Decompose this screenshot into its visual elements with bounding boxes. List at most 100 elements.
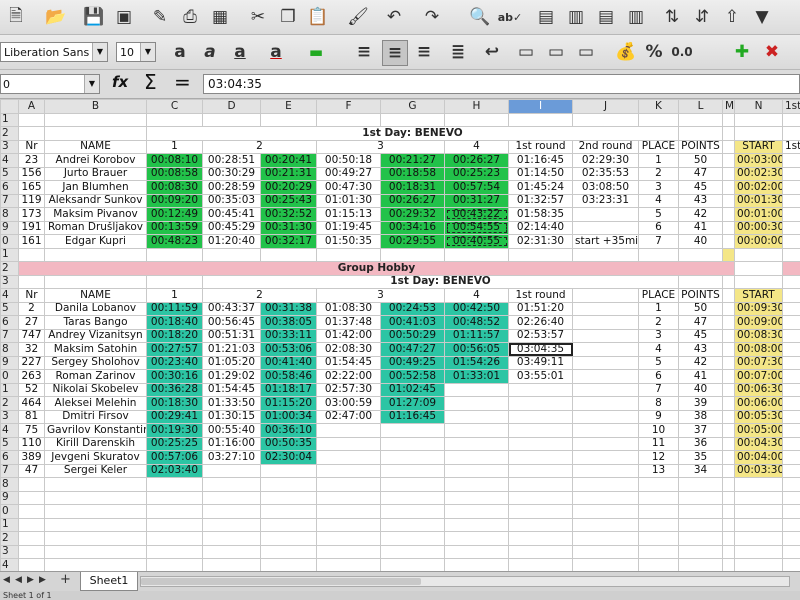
cell-round[interactable] xyxy=(508,423,573,438)
cell[interactable] xyxy=(782,463,800,478)
cell[interactable] xyxy=(380,544,445,559)
cell-time[interactable]: 00:08:30 xyxy=(146,180,203,195)
row-header[interactable]: 4 xyxy=(0,558,19,571)
cell-time[interactable]: 02:22:00 xyxy=(316,369,381,384)
row-header[interactable]: 3 xyxy=(0,139,19,154)
cell-time[interactable]: 00:33:11 xyxy=(260,328,317,343)
cell-time[interactable] xyxy=(444,409,509,424)
cell[interactable] xyxy=(44,274,147,289)
cell-start[interactable]: 00:04:30 xyxy=(734,436,783,451)
column-header[interactable]: M xyxy=(722,99,735,114)
cell-time[interactable]: 00:25:43 xyxy=(260,193,317,208)
cell-time[interactable]: 00:50:29 xyxy=(380,328,445,343)
cell[interactable] xyxy=(146,247,203,262)
cell-time[interactable]: 00:38:05 xyxy=(260,315,317,330)
cell-name[interactable]: Aleksandr Sunkov xyxy=(44,193,147,208)
cell-time[interactable]: 00:57:06 xyxy=(146,450,203,465)
previous-sheet-icon[interactable]: ◀ xyxy=(15,575,22,585)
cell-time[interactable]: 00:11:59 xyxy=(146,301,203,316)
select-all-corner[interactable] xyxy=(0,99,19,114)
column-header[interactable]: C xyxy=(146,99,203,114)
cell-name[interactable]: Gavrilov Konstantin xyxy=(44,423,147,438)
cell-time[interactable]: 00:42:50 xyxy=(444,301,509,316)
cell[interactable] xyxy=(722,544,735,559)
cell-time[interactable]: 01:21:03 xyxy=(202,342,261,357)
cell[interactable] xyxy=(722,220,735,235)
cell[interactable] xyxy=(638,531,679,546)
cell-round[interactable]: 03:08:50 xyxy=(572,180,639,195)
cell-round[interactable] xyxy=(572,220,639,235)
cell[interactable] xyxy=(260,544,317,559)
cell-time[interactable]: 00:29:32 xyxy=(380,207,445,222)
cell-round[interactable]: 01:58:35 xyxy=(508,207,573,222)
row-header[interactable]: 4 xyxy=(0,288,19,303)
cell-nr[interactable]: 165 xyxy=(18,180,45,195)
cell-time[interactable]: 01:16:45 xyxy=(380,409,445,424)
cell[interactable] xyxy=(572,328,639,343)
insert-row-icon[interactable]: ▤ xyxy=(534,5,558,29)
cell-time[interactable]: 00:43:37 xyxy=(202,301,261,316)
cell-nr[interactable]: 110 xyxy=(18,436,45,451)
cell-time[interactable]: 01:54:26 xyxy=(444,355,509,370)
cell-nr[interactable]: 747 xyxy=(18,328,45,343)
cell-time[interactable]: 01:16:00 xyxy=(202,436,261,451)
cell[interactable] xyxy=(722,409,735,424)
cell-time[interactable]: 00:45:29 xyxy=(202,220,261,235)
cell-points[interactable]: 42 xyxy=(678,355,723,370)
cell-time[interactable]: 00:12:49 xyxy=(146,207,203,222)
cell[interactable] xyxy=(572,315,639,330)
cell[interactable] xyxy=(202,504,261,519)
cell-time[interactable]: 00:35:03 xyxy=(202,193,261,208)
cell-start[interactable]: 00:05:00 xyxy=(734,423,783,438)
cell[interactable] xyxy=(316,490,381,505)
cell[interactable] xyxy=(782,315,800,330)
cell[interactable] xyxy=(316,531,381,546)
cell-name[interactable]: Danila Lobanov xyxy=(44,301,147,316)
cell-place[interactable]: 3 xyxy=(638,328,679,343)
cell-start[interactable]: 00:07:00 xyxy=(734,369,783,384)
cell[interactable] xyxy=(678,126,723,141)
cell[interactable] xyxy=(678,274,723,289)
cell-start[interactable]: 00:09:30 xyxy=(734,301,783,316)
cell[interactable] xyxy=(678,531,723,546)
cell-name[interactable]: Nikolai Skobelev xyxy=(44,382,147,397)
cell-round[interactable]: start +35min xyxy=(572,234,639,249)
chevron-down-icon[interactable]: ▼ xyxy=(84,75,99,93)
cell-round[interactable]: 03:23:31 xyxy=(572,193,639,208)
column-header[interactable]: I xyxy=(508,99,573,114)
cell[interactable] xyxy=(782,153,800,168)
scrollbar-thumb[interactable] xyxy=(141,578,421,585)
row-header[interactable]: 3 xyxy=(0,274,19,289)
cell[interactable] xyxy=(722,139,735,154)
cell[interactable] xyxy=(316,558,381,571)
cell-time[interactable]: 00:31:27 xyxy=(444,193,509,208)
cell-start[interactable]: 00:02:00 xyxy=(734,180,783,195)
cell-start[interactable]: 00:00:30 xyxy=(734,220,783,235)
cell-round[interactable] xyxy=(508,436,573,451)
cell[interactable] xyxy=(722,517,735,532)
cell-time[interactable]: 01:05:20 xyxy=(202,355,261,370)
row-header[interactable]: 2 xyxy=(0,126,19,141)
cell-time[interactable]: 00:32:17 xyxy=(260,234,317,249)
sort-descending-icon[interactable]: ⇵ xyxy=(690,5,714,29)
row-header[interactable]: 9 xyxy=(0,490,19,505)
row-header[interactable]: 6 xyxy=(0,450,19,465)
cell[interactable] xyxy=(678,477,723,492)
header-start[interactable]: START xyxy=(734,288,783,303)
cell-name[interactable]: Roman Drušljakov xyxy=(44,220,147,235)
cell-name[interactable]: Maksim Šatohin xyxy=(44,342,147,357)
cell-place[interactable]: 11 xyxy=(638,436,679,451)
cell[interactable] xyxy=(722,166,735,181)
cell-time[interactable]: 00:54:55 xyxy=(444,220,509,235)
cell[interactable] xyxy=(380,504,445,519)
cell-time[interactable] xyxy=(380,463,445,478)
cell-time[interactable]: 00:34:16 xyxy=(380,220,445,235)
cell[interactable] xyxy=(638,490,679,505)
cell-time[interactable]: 01:01:30 xyxy=(316,193,381,208)
cell[interactable] xyxy=(444,490,509,505)
cell-time[interactable]: 00:51:31 xyxy=(202,328,261,343)
cell[interactable] xyxy=(722,382,735,397)
cell[interactable] xyxy=(44,504,147,519)
column-header[interactable]: A xyxy=(18,99,45,114)
cell[interactable] xyxy=(782,477,800,492)
